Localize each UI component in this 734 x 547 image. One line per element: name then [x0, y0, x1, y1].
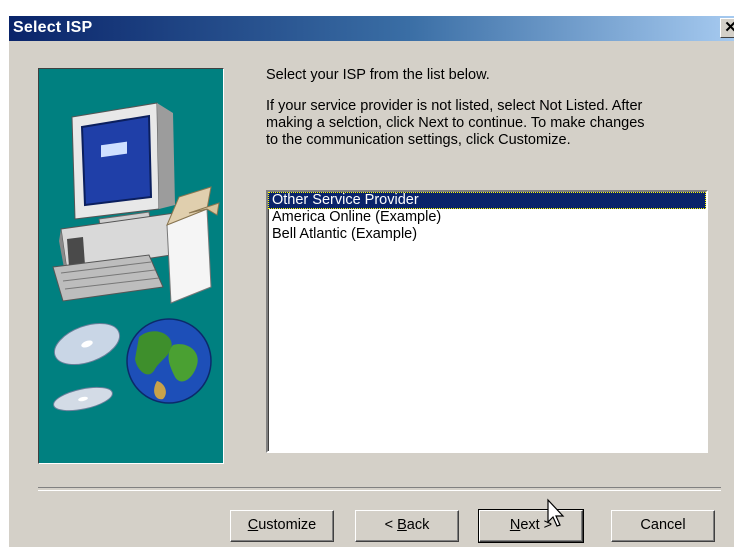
customize-mnemonic: C [247, 517, 259, 533]
instruction-line-2: making a selction, click Next to continu… [266, 115, 645, 131]
back-prefix: < [384, 517, 398, 533]
back-button[interactable]: < Back [355, 510, 459, 542]
back-mnemonic: B [397, 517, 407, 533]
isp-listbox[interactable]: Other Service Provider America Online (E… [266, 190, 708, 453]
select-isp-dialog: Select ISP ✕ [8, 15, 734, 547]
customize-button[interactable]: Customize [230, 510, 334, 542]
instruction-line-1: If your service provider is not listed, … [266, 98, 643, 114]
next-mnemonic: N [509, 517, 521, 533]
close-icon[interactable]: ✕ [720, 18, 734, 38]
cd-disc-icon [53, 322, 121, 412]
globe-icon [126, 318, 212, 404]
window-title: Select ISP [13, 19, 93, 36]
list-item-other-service-provider[interactable]: Other Service Provider [268, 192, 706, 209]
title-bar[interactable]: Select ISP ✕ [9, 16, 734, 41]
customize-label: ustomize [258, 517, 317, 533]
computer-illustration [52, 102, 220, 412]
mouse-cursor-icon [547, 498, 565, 527]
back-label: ack [406, 517, 430, 533]
list-item-bell-atlantic[interactable]: Bell Atlantic (Example) [268, 226, 706, 243]
cancel-label: Cancel [640, 517, 686, 533]
instruction-line-3: to the communication settings, click Cus… [266, 132, 571, 148]
list-item-america-online[interactable]: America Online (Example) [268, 209, 706, 226]
wizard-side-panel [38, 68, 224, 464]
cancel-button[interactable]: Cancel [611, 510, 715, 542]
instruction-heading: Select your ISP from the list below. [266, 67, 490, 83]
separator [38, 487, 721, 491]
